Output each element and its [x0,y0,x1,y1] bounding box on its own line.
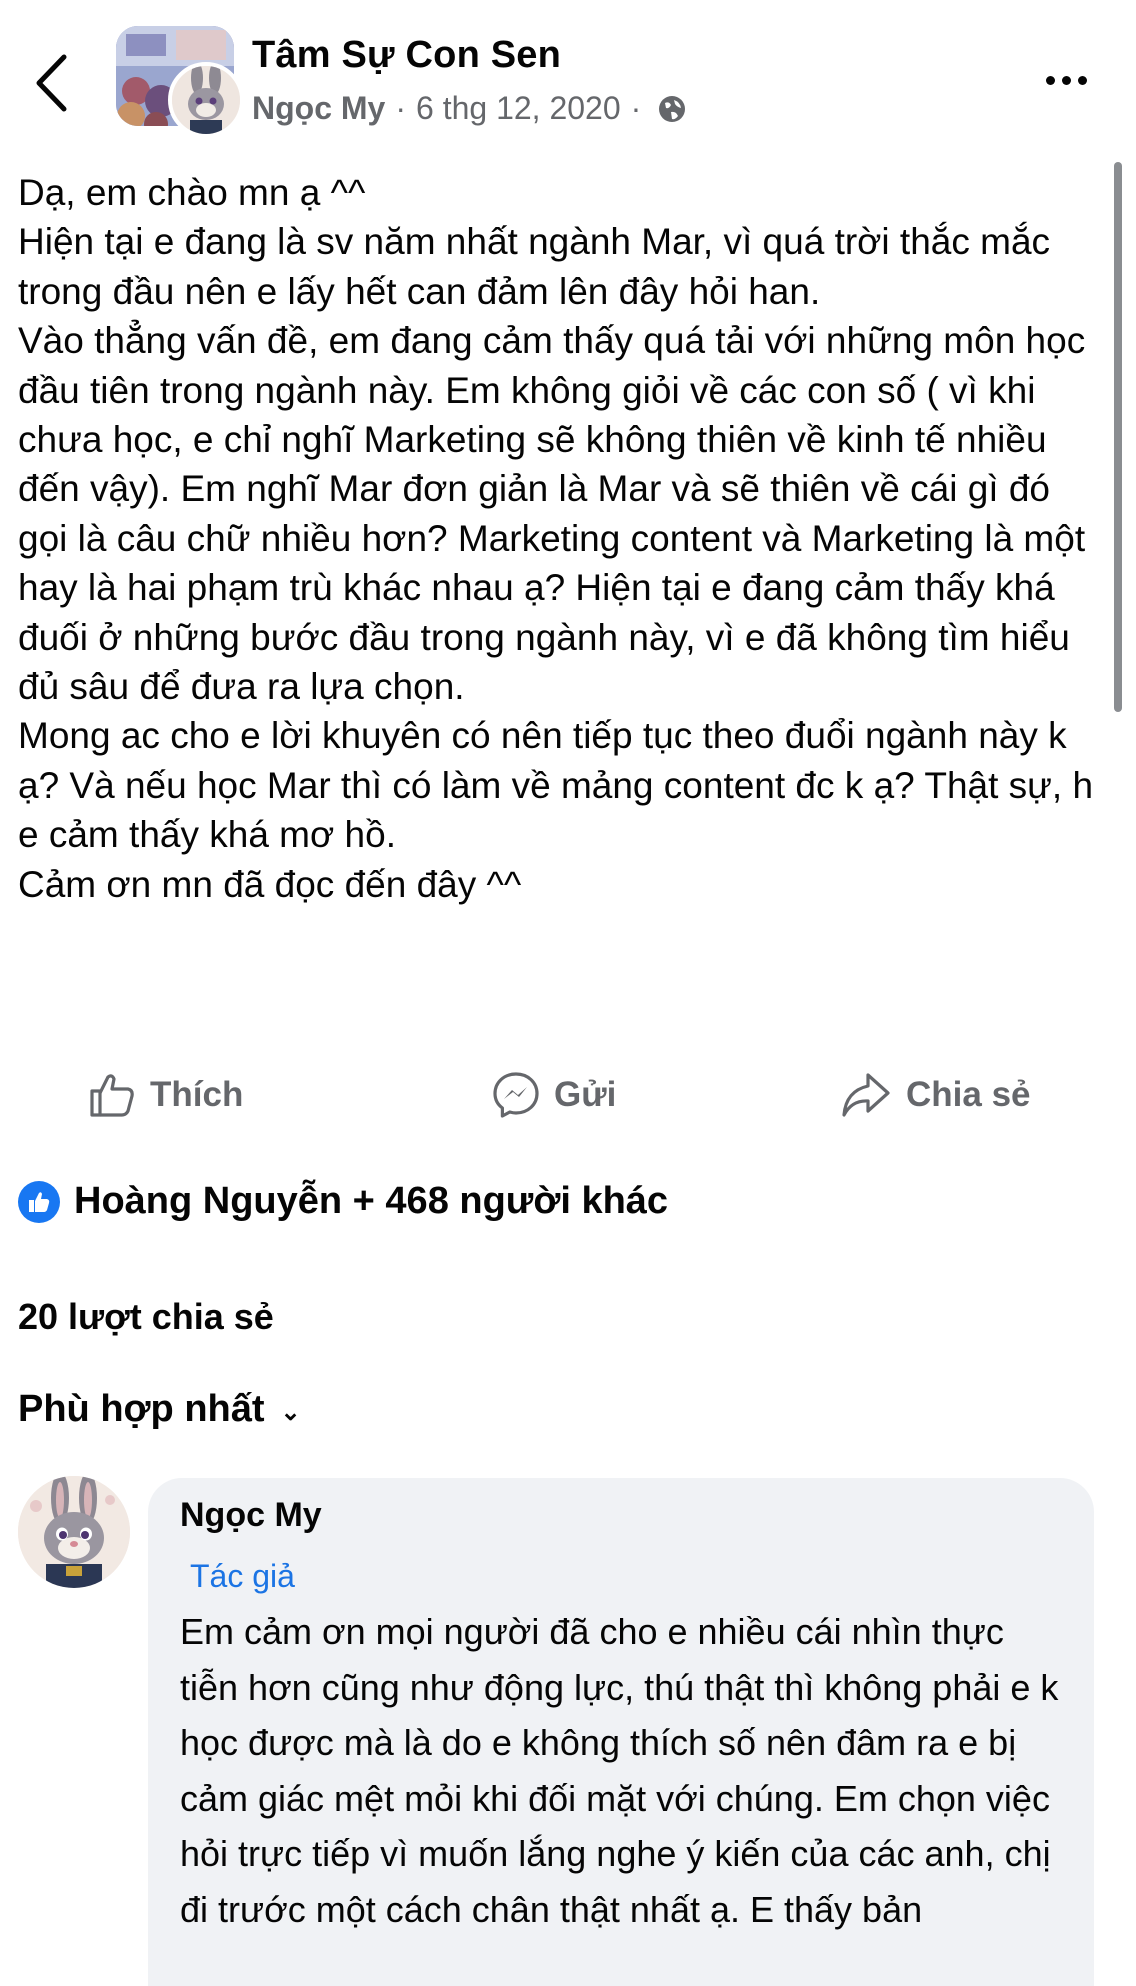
share-label: Chia sẻ [906,1075,1031,1114]
post-line: Hiện tại e đang là sv năm nhất ngành Mar… [18,221,1051,312]
author-avatar[interactable] [168,62,244,138]
share-button[interactable]: Chia sẻ [840,1060,1031,1130]
post-line: Dạ, em chào mn ạ ^^ [18,172,366,213]
post-line: Cảm ơn mn đã đọc đến đây ^^ [18,863,522,905]
chevron-down-icon: ⌄ [280,1399,301,1426]
globe-icon [659,95,686,122]
share-icon [842,1073,890,1117]
comment-author-avatar[interactable] [18,1476,130,1588]
post-date[interactable]: 6 thg 12, 2020 [416,90,621,127]
post-meta: Ngọc My · 6 thg 12, 2020 · [252,90,687,127]
more-horizontal-icon [1045,75,1055,85]
scrollbar[interactable] [1114,162,1122,712]
comment-author-name[interactable]: Ngọc My [180,1496,322,1535]
reactions-text: Hoàng Nguyễn + 468 người khác [74,1180,669,1222]
post-line: Vào thẳng vấn đề, em đang cảm thấy quá t… [18,320,1086,708]
meta-separator-2: · [630,90,642,126]
post-action-bar: Thích Gửi Chia sẻ [0,1060,1136,1130]
post-detail-screen: Tâm Sự Con Sen Ngọc My · 6 thg 12, 2020 … [0,0,1136,1986]
more-dot [1061,75,1071,85]
shares-count[interactable]: 20 lượt chia sẻ [18,1296,274,1338]
chevron-left-icon [36,54,67,112]
group-name[interactable]: Tâm Sự Con Sen [252,34,561,77]
post-line: Mong ac cho e lời khuyên có nên tiếp tục… [18,715,1094,856]
post-author[interactable]: Ngọc My [252,90,385,127]
more-options-button[interactable] [1036,60,1096,100]
thumbs-up-icon [90,1074,134,1117]
author-badge: Tác giả [190,1558,295,1594]
back-button[interactable] [26,48,76,118]
send-button[interactable]: Gửi [492,1060,616,1130]
sort-selected-label: Phù hợp nhất [18,1388,265,1430]
like-reaction-icon [18,1180,60,1223]
post-header: Tâm Sự Con Sen Ngọc My · 6 thg 12, 2020 … [0,0,1136,150]
reactions-summary[interactable]: Hoàng Nguyễn + 468 người khác [18,1180,668,1223]
post-body: Dạ, em chào mn ạ ^^ Hiện tại e đang là s… [18,168,1098,909]
like-button[interactable]: Thích [88,1060,243,1130]
like-label: Thích [150,1075,244,1114]
send-label: Gửi [554,1075,617,1114]
more-dot [1077,75,1087,85]
meta-separator: · [395,90,406,126]
comment-sort-select[interactable]: Phù hợp nhất ⌄ [18,1388,301,1431]
comment-text: Em cảm ơn mọi người đã cho e nhiều cái n… [180,1611,1059,1930]
messenger-icon [493,1072,539,1118]
comment-bubble[interactable]: Ngọc My Tác giả Em cảm ơn mọi người đã c… [148,1478,1094,1986]
